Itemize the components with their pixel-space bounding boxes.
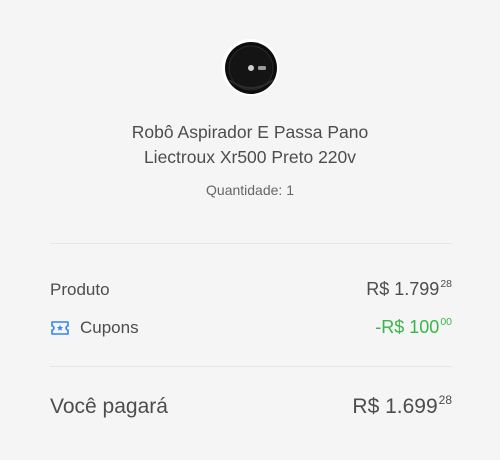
divider (50, 366, 452, 367)
coupons-label-wrap[interactable]: Cupons (50, 318, 139, 338)
quantity-text: Quantidade: 1 (206, 182, 294, 198)
total-price: R$ 1.69928 (352, 393, 452, 419)
product-image (222, 39, 279, 96)
total-row: Você pagará R$ 1.69928 (50, 393, 452, 419)
product-price-cents: 28 (440, 278, 452, 290)
robot-vacuum-icon (224, 41, 277, 94)
coupons-discount: -R$ 10000 (375, 316, 452, 338)
coupons-price-main: -R$ 100 (375, 317, 440, 337)
total-price-cents: 28 (438, 393, 452, 407)
divider (50, 243, 452, 244)
total-price-main: R$ 1.699 (352, 395, 438, 418)
coupons-label: Cupons (80, 317, 139, 337)
product-price: R$ 1.79928 (366, 278, 452, 300)
product-price-main: R$ 1.799 (366, 279, 440, 299)
product-title: Robô Aspirador E Passa Pano Liectroux Xr… (0, 120, 500, 170)
coupons-price-cents: 00 (440, 316, 452, 328)
coupons-row[interactable]: Cupons -R$ 10000 (50, 316, 452, 338)
ticket-star-icon (50, 320, 70, 336)
product-title-line-2: Liectroux Xr500 Preto 220v (143, 147, 357, 167)
total-label: Você pagará (50, 395, 168, 418)
product-price-row: Produto R$ 1.79928 (50, 278, 452, 300)
product-label: Produto (50, 279, 110, 299)
product-title-line-1: Robô Aspirador E Passa Pano (131, 122, 369, 142)
